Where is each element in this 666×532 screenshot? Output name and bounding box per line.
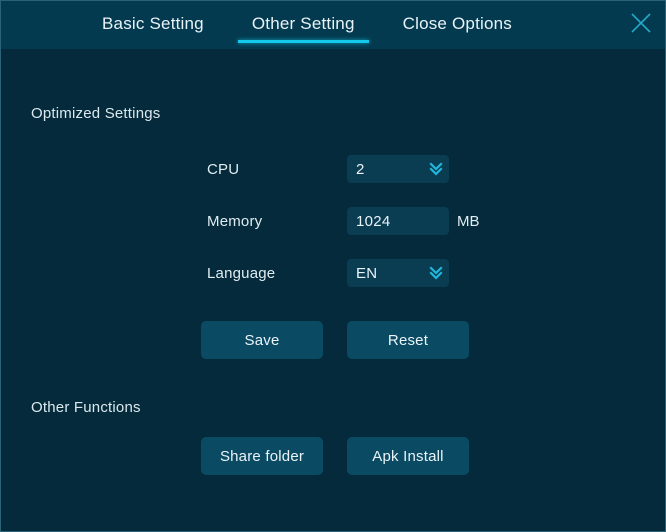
cpu-dropdown-value: 2 <box>356 160 365 178</box>
tab-active-indicator <box>237 40 369 43</box>
chevron-double-down-icon <box>423 264 449 282</box>
close-icon <box>629 11 653 35</box>
tab-basic-setting-label: Basic Setting <box>102 14 204 33</box>
chevron-double-down-icon <box>423 160 449 178</box>
tab-bar: Basic Setting Other Setting Close Option… <box>1 1 613 49</box>
tab-other-setting[interactable]: Other Setting <box>228 1 379 49</box>
reset-button[interactable]: Reset <box>347 321 469 359</box>
save-button[interactable]: Save <box>201 321 323 359</box>
form-row-cpu: CPU 2 <box>207 155 449 183</box>
label-memory: Memory <box>207 212 263 230</box>
tab-other-setting-label: Other Setting <box>251 14 355 33</box>
apk-install-button[interactable]: Apk Install <box>347 437 469 475</box>
language-dropdown[interactable]: EN <box>347 259 449 287</box>
share-folder-button[interactable]: Share folder <box>201 437 323 475</box>
close-button[interactable] <box>621 3 661 43</box>
tab-basic-setting[interactable]: Basic Setting <box>78 1 228 49</box>
cpu-dropdown[interactable]: 2 <box>347 155 449 183</box>
language-dropdown-value: EN <box>356 264 378 282</box>
memory-input-wrapper[interactable]: 1024 <box>347 207 449 235</box>
label-language: Language <box>207 264 276 282</box>
memory-unit-label: MB <box>457 212 480 230</box>
section-title-optimized-settings: Optimized Settings <box>31 105 161 122</box>
dialog-body: Optimized Settings CPU 2 Memory 1024 MB <box>1 49 665 531</box>
section-title-other-functions: Other Functions <box>31 399 141 416</box>
label-cpu: CPU <box>207 160 240 178</box>
form-row-memory: Memory 1024 MB <box>207 207 480 235</box>
dialog-header: Basic Setting Other Setting Close Option… <box>1 1 665 49</box>
memory-input-value: 1024 <box>356 212 391 230</box>
settings-dialog: Basic Setting Other Setting Close Option… <box>0 0 666 532</box>
tab-close-options-label: Close Options <box>402 14 512 33</box>
tab-close-options[interactable]: Close Options <box>379 1 536 49</box>
form-row-language: Language EN <box>207 259 449 287</box>
